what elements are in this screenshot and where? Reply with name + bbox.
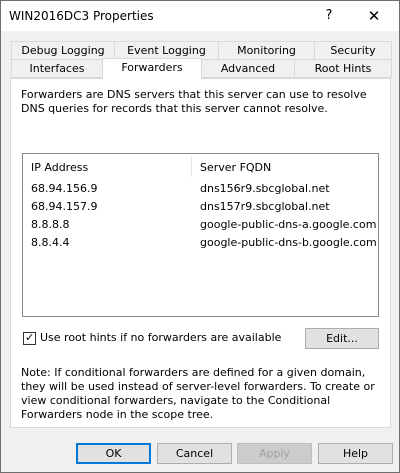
tab-monitoring[interactable]: Monitoring <box>218 41 315 60</box>
column-header-ip-address[interactable]: IP Address <box>31 160 88 176</box>
table-row[interactable]: 8.8.4.4 google-public-dns-b.google.com <box>23 234 378 252</box>
server-fqdn-cell: google-public-dns-b.google.com <box>200 236 377 249</box>
tab-debug-logging[interactable]: Debug Logging <box>11 41 115 60</box>
ip-address-cell: 8.8.8.8 <box>31 218 70 231</box>
properties-dialog: WIN2016DC3 Properties ? ✕ Debug Logging … <box>0 0 400 473</box>
use-root-hints-checkbox[interactable]: ✓ <box>23 331 36 345</box>
close-icon[interactable]: ✕ <box>364 6 384 26</box>
ip-address-cell: 8.8.4.4 <box>31 236 70 249</box>
column-header-server-fqdn[interactable]: Server FQDN <box>200 160 271 176</box>
server-fqdn-cell: google-public-dns-a.google.com <box>200 218 377 231</box>
title-bar: WIN2016DC3 Properties ? ✕ <box>1 1 399 31</box>
tab-security[interactable]: Security <box>314 41 392 60</box>
tab-advanced[interactable]: Advanced <box>201 59 295 78</box>
window-title: WIN2016DC3 Properties <box>9 9 154 23</box>
ip-address-cell: 68.94.156.9 <box>31 182 98 195</box>
conditional-forwarders-note: Note: If conditional forwarders are defi… <box>21 366 375 421</box>
column-divider <box>191 157 192 177</box>
table-row[interactable]: 68.94.156.9 dns156r9.sbcglobal.net <box>23 180 378 198</box>
tab-root-hints[interactable]: Root Hints <box>294 59 392 78</box>
checkmark-icon: ✓ <box>25 331 35 344</box>
help-icon[interactable]: ? <box>319 6 339 26</box>
tab-interfaces[interactable]: Interfaces <box>11 59 103 78</box>
use-root-hints-label[interactable]: Use root hints if no forwarders are avai… <box>40 331 281 345</box>
forwarders-list[interactable]: IP Address Server FQDN 68.94.156.9 dns15… <box>22 153 379 317</box>
edit-button[interactable]: Edit... <box>305 328 379 349</box>
apply-button[interactable]: Apply <box>237 443 312 464</box>
ok-button[interactable]: OK <box>76 443 151 464</box>
server-fqdn-cell: dns156r9.sbcglobal.net <box>200 182 330 195</box>
forwarders-description: Forwarders are DNS servers that this ser… <box>21 88 367 115</box>
help-button[interactable]: Help <box>318 443 393 464</box>
tab-forwarders[interactable]: Forwarders <box>102 58 202 79</box>
forwarders-panel: Forwarders are DNS servers that this ser… <box>10 78 391 428</box>
server-fqdn-cell: dns157r9.sbcglobal.net <box>200 200 330 213</box>
table-row[interactable]: 8.8.8.8 google-public-dns-a.google.com <box>23 216 378 234</box>
cancel-button[interactable]: Cancel <box>157 443 232 464</box>
table-row[interactable]: 68.94.157.9 dns157r9.sbcglobal.net <box>23 198 378 216</box>
ip-address-cell: 68.94.157.9 <box>31 200 98 213</box>
